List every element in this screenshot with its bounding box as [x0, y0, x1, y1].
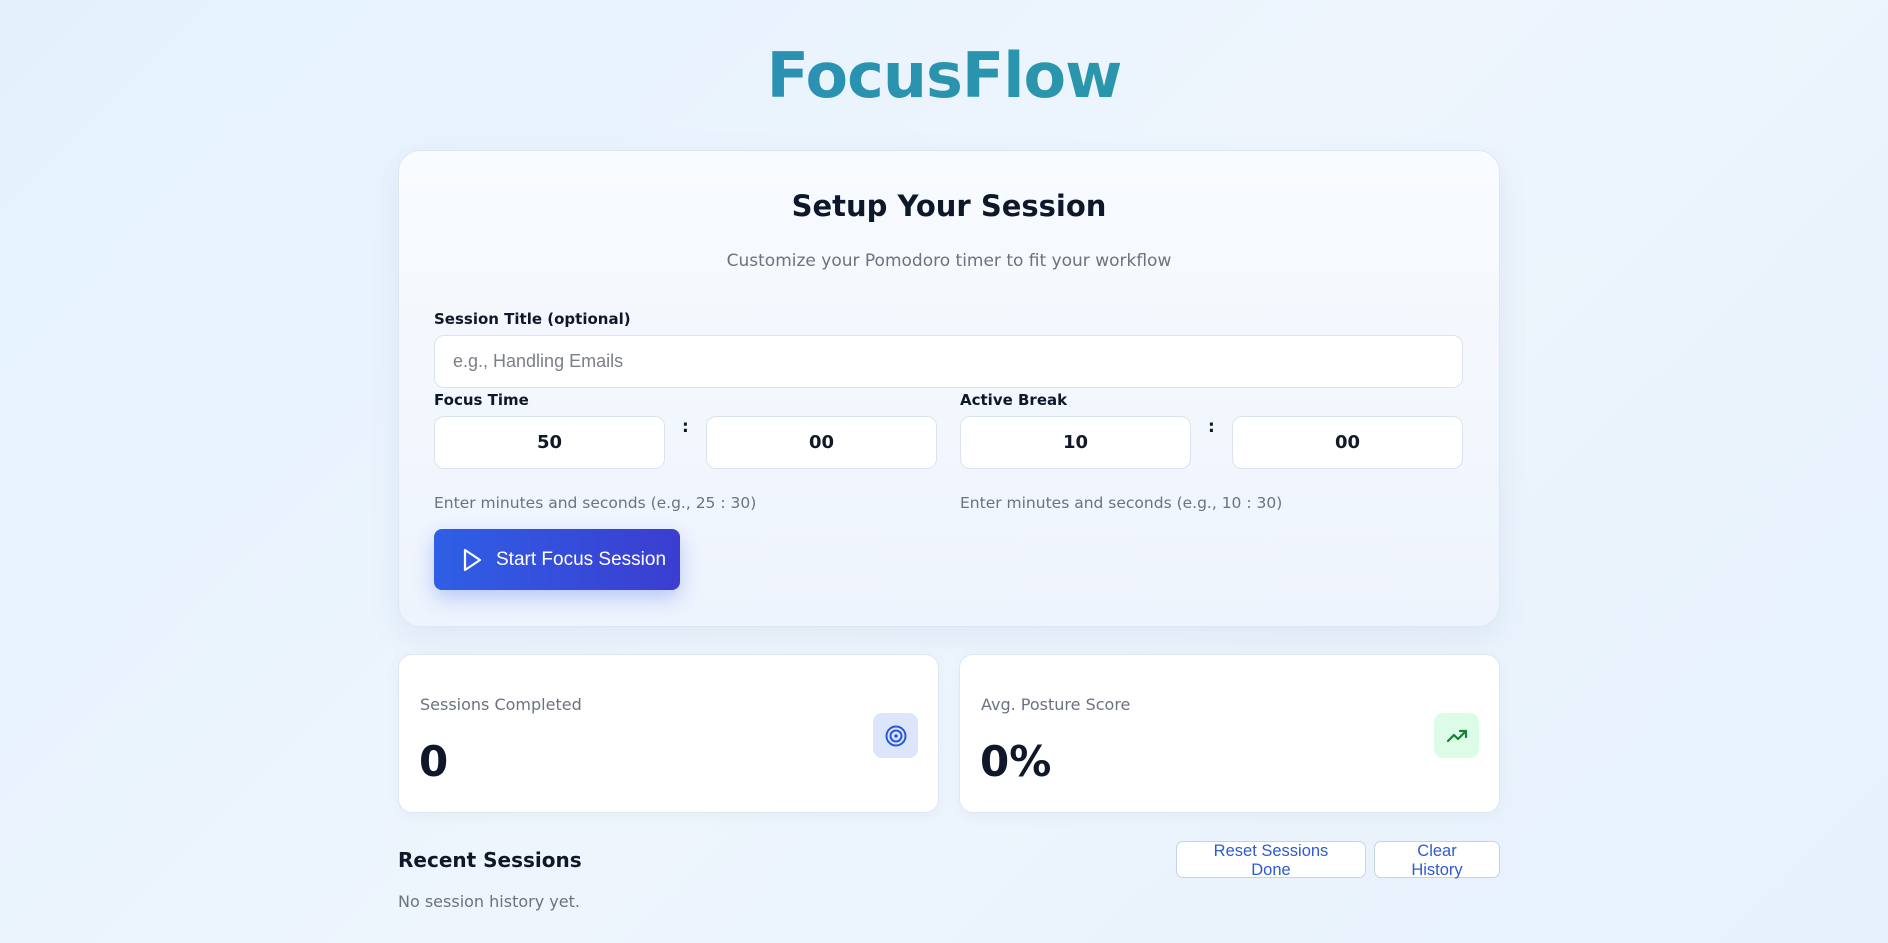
sessions-completed-label: Sessions Completed — [420, 695, 582, 714]
break-seconds-input[interactable] — [1232, 416, 1463, 469]
app-title: FocusFlow — [0, 36, 1888, 116]
focus-seconds-input[interactable] — [706, 416, 937, 469]
start-focus-session-label: Start Focus Session — [496, 548, 667, 570]
posture-score-label: Avg. Posture Score — [981, 695, 1131, 714]
posture-score-card: Avg. Posture Score 0% — [959, 654, 1500, 813]
setup-title: Setup Your Session — [791, 189, 1107, 223]
setup-subtitle: Customize your Pomodoro timer to fit you… — [726, 251, 1172, 271]
session-history-empty: No session history yet. — [398, 892, 580, 911]
break-time-hint: Enter minutes and seconds (e.g., 10 : 30… — [960, 494, 1283, 512]
focus-time-label: Focus Time — [434, 391, 529, 409]
session-title-label: Session Title (optional) — [434, 310, 631, 328]
target-icon — [873, 713, 918, 758]
sessions-completed-card: Sessions Completed 0 — [398, 654, 939, 813]
start-focus-session-button[interactable]: Start Focus Session — [434, 529, 680, 590]
active-break-label: Active Break — [960, 391, 1068, 409]
reset-sessions-button[interactable]: Reset Sessions Done — [1176, 841, 1366, 879]
break-time-separator: : — [1208, 417, 1215, 437]
sessions-completed-value: 0 — [419, 737, 449, 786]
break-minutes-input[interactable] — [960, 416, 1191, 469]
focus-time-hint: Enter minutes and seconds (e.g., 25 : 30… — [434, 494, 757, 512]
setup-card: Setup Your Session Customize your Pomodo… — [398, 150, 1500, 627]
play-icon — [460, 547, 484, 573]
recent-sessions-title: Recent Sessions — [398, 848, 582, 872]
posture-score-value: 0% — [980, 737, 1052, 786]
focus-time-separator: : — [682, 417, 689, 437]
session-title-input[interactable] — [434, 335, 1463, 388]
trending-up-icon — [1434, 713, 1479, 758]
clear-history-button[interactable]: Clear History — [1374, 841, 1500, 879]
focus-minutes-input[interactable] — [434, 416, 665, 469]
